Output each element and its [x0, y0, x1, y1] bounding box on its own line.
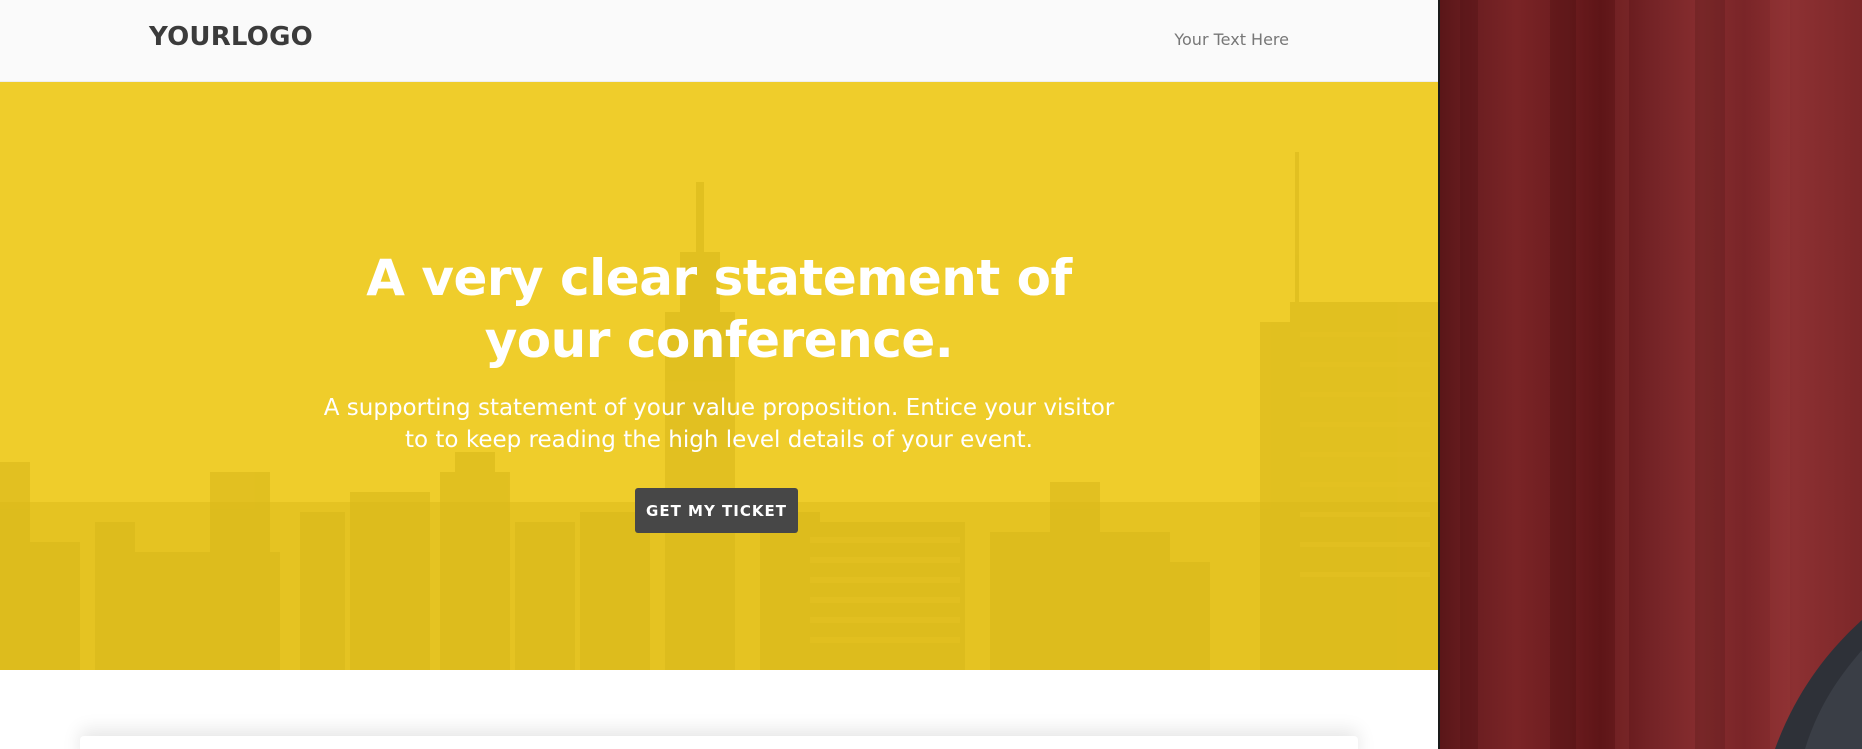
nav-text-link[interactable]: Your Text Here — [1174, 30, 1289, 49]
hero-headline: A very clear statement of your conferenc… — [366, 249, 1072, 369]
curtain-folds-graphic — [1460, 0, 1862, 749]
hero-content: A very clear statement of your conferenc… — [0, 82, 1438, 670]
speaker-photo-panel — [1440, 0, 1862, 749]
navbar: YOURLOGO Your Text Here — [0, 0, 1438, 82]
content-card-edge — [80, 736, 1358, 749]
next-section — [0, 670, 1438, 749]
hero-subheadline: A supporting statement of your value pro… — [323, 395, 1115, 453]
hero-section: A very clear statement of your conferenc… — [0, 82, 1438, 670]
landing-page: YOURLOGO Your Text Here A very clear sta… — [0, 0, 1438, 749]
get-ticket-button[interactable]: GET MY TICKET — [635, 488, 798, 533]
site-logo[interactable]: YOURLOGO — [149, 22, 313, 52]
